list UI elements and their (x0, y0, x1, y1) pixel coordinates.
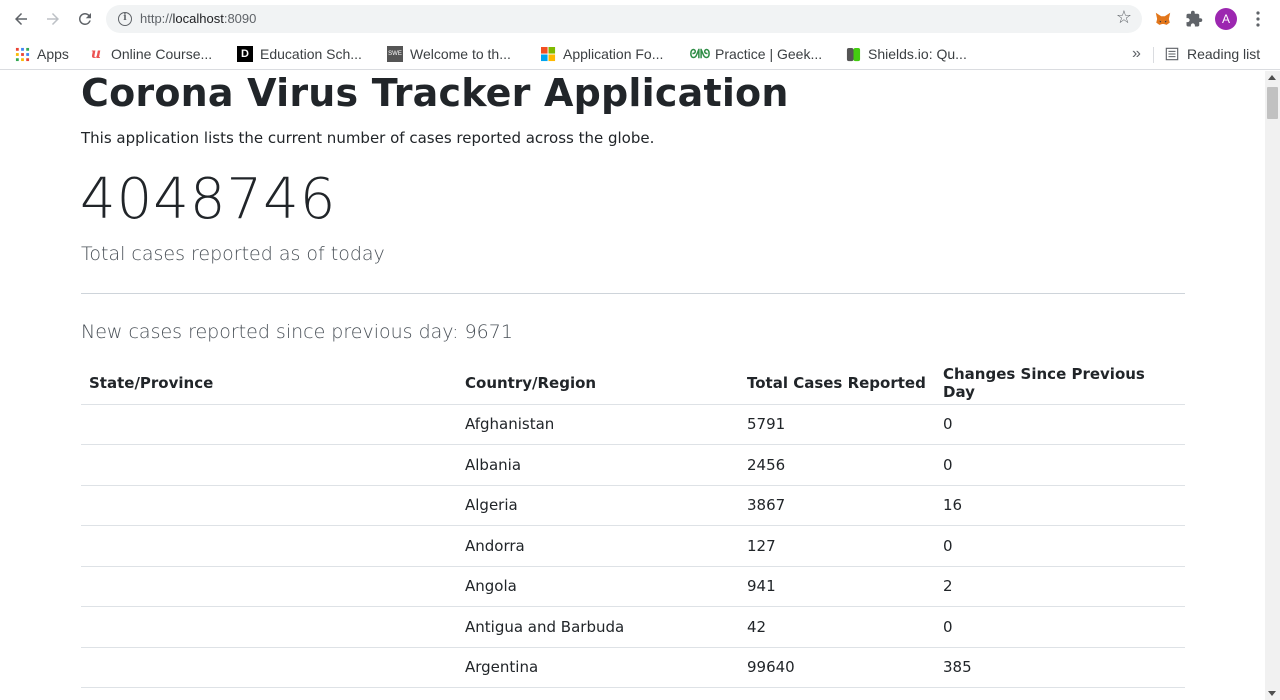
column-header-total: Total Cases Reported (739, 363, 935, 405)
bookmark-online-course[interactable]: u Online Course... (88, 43, 212, 65)
bookmarks-overflow-button[interactable]: » (1132, 43, 1141, 65)
cell-state (81, 485, 457, 526)
page-title: Corona Virus Tracker Application (81, 71, 789, 115)
reading-list-button[interactable]: Reading list (1164, 43, 1260, 65)
url-text[interactable]: http://localhost:8090 (140, 11, 256, 26)
swe-icon: SWE (387, 46, 403, 62)
table-row: Afghanistan 5791 0 (81, 404, 1185, 445)
cell-country: Andorra (457, 525, 739, 567)
cell-country: Algeria (457, 485, 739, 526)
address-bar[interactable]: i http://localhost:8090 ☆ (106, 5, 1142, 33)
reload-icon (79, 12, 91, 25)
bookmark-label: Welcome to th... (410, 46, 511, 62)
url-host: localhost (172, 11, 224, 26)
cell-total: 3867 (739, 485, 935, 526)
cell-state (81, 525, 457, 567)
table-row: Antigua and Barbuda 42 0 (81, 606, 1185, 648)
table-row: Algeria 3867 16 (81, 485, 1185, 526)
cell-state (81, 444, 457, 486)
url-port: :8090 (223, 11, 257, 26)
cell-state (81, 566, 457, 607)
cell-total: 941 (739, 566, 935, 607)
table-row: Angola 941 2 (81, 566, 1185, 607)
cell-state (81, 606, 457, 648)
page-subtitle: This application lists the current numbe… (81, 129, 655, 147)
cell-state (81, 404, 457, 445)
cell-total: 99640 (739, 647, 935, 688)
cell-total: 127 (739, 525, 935, 567)
total-cases-number: 4048746 (80, 167, 337, 232)
table-header-row: State/Province Country/Region Total Case… (81, 363, 1185, 405)
back-button[interactable] (5, 3, 37, 35)
cell-change: 0 (935, 404, 1185, 445)
cell-total: 5791 (739, 404, 935, 445)
cell-change: 16 (935, 485, 1185, 526)
divider (81, 293, 1185, 294)
reading-list-icon (1164, 46, 1180, 62)
scroll-up-arrow-icon[interactable] (1268, 75, 1276, 80)
bookmark-label: Practice | Geek... (715, 46, 823, 62)
page-content: Corona Virus Tracker Application This ap… (0, 71, 1265, 700)
total-cases-caption: Total cases reported as of today (81, 243, 385, 265)
extensions-puzzle-icon[interactable] (1184, 9, 1204, 29)
dev-d-icon: D (237, 46, 253, 62)
reload-button[interactable] (69, 3, 101, 35)
cell-country: Albania (457, 444, 739, 486)
bookmark-label: Education Sch... (260, 46, 362, 62)
bookmarks-bar: Apps u Online Course... D Education Sch.… (0, 38, 1280, 70)
bookmark-shields[interactable]: Shields.io: Qu... (845, 43, 967, 65)
microsoft-icon (540, 46, 556, 62)
shields-icon (845, 46, 861, 62)
cell-change: 2 (935, 566, 1185, 607)
reading-list-label: Reading list (1187, 46, 1261, 62)
column-header-change: Changes Since Previous Day (935, 363, 1185, 405)
info-icon[interactable]: i (118, 12, 132, 26)
cell-change: 385 (935, 647, 1185, 688)
column-header-country: Country/Region (457, 363, 739, 405)
profile-avatar[interactable]: A (1215, 8, 1237, 30)
page-scrollbar[interactable] (1265, 71, 1280, 700)
cell-country: Argentina (457, 647, 739, 688)
table-row: Andorra 127 0 (81, 525, 1185, 567)
kebab-menu-icon[interactable] (1248, 9, 1268, 29)
cell-change: 0 (935, 606, 1185, 648)
bookmark-label: Apps (37, 46, 69, 62)
arrow-right-icon (47, 13, 59, 25)
table-row: Argentina 99640 385 (81, 647, 1185, 688)
bookmark-label: Shields.io: Qu... (868, 46, 967, 62)
cell-total: 2456 (739, 444, 935, 486)
metamask-fox-icon[interactable] (1153, 9, 1173, 29)
bookmark-label: Application Fo... (563, 46, 664, 62)
bookmark-application[interactable]: Application Fo... (540, 43, 663, 65)
browser-toolbar: i http://localhost:8090 ☆ A (0, 0, 1280, 38)
cell-total: 42 (739, 606, 935, 648)
cell-state (81, 647, 457, 688)
bookmark-education[interactable]: D Education Sch... (237, 43, 362, 65)
cell-country: Angola (457, 566, 739, 607)
bookmark-label: Online Course... (111, 46, 213, 62)
new-cases-text: New cases reported since previous day: 9… (81, 321, 513, 343)
cell-country: Antigua and Barbuda (457, 606, 739, 648)
cases-table: State/Province Country/Region Total Case… (81, 363, 1185, 688)
apps-grid-icon (14, 46, 30, 62)
scroll-down-arrow-icon[interactable] (1268, 691, 1276, 696)
arrow-left-icon (15, 13, 27, 25)
bookmark-star-icon[interactable]: ☆ (1116, 8, 1132, 28)
geeksforgeeks-icon: ᘛᘚ (689, 46, 711, 61)
forward-button[interactable] (37, 3, 69, 35)
bookmarks-separator (1153, 47, 1154, 63)
bookmark-apps[interactable]: Apps (14, 43, 69, 65)
cell-country: Afghanistan (457, 404, 739, 445)
bookmark-welcome[interactable]: SWE Welcome to th... (387, 43, 511, 65)
scrollbar-thumb[interactable] (1267, 87, 1278, 119)
column-header-state: State/Province (81, 363, 457, 405)
url-scheme: http:// (140, 11, 173, 26)
table-row: Albania 2456 0 (81, 444, 1185, 486)
cell-change: 0 (935, 444, 1185, 486)
bookmark-geeksforgeeks[interactable]: ᘛᘚ Practice | Geek... (689, 43, 823, 65)
udemy-icon: u (90, 46, 102, 62)
cell-change: 0 (935, 525, 1185, 567)
